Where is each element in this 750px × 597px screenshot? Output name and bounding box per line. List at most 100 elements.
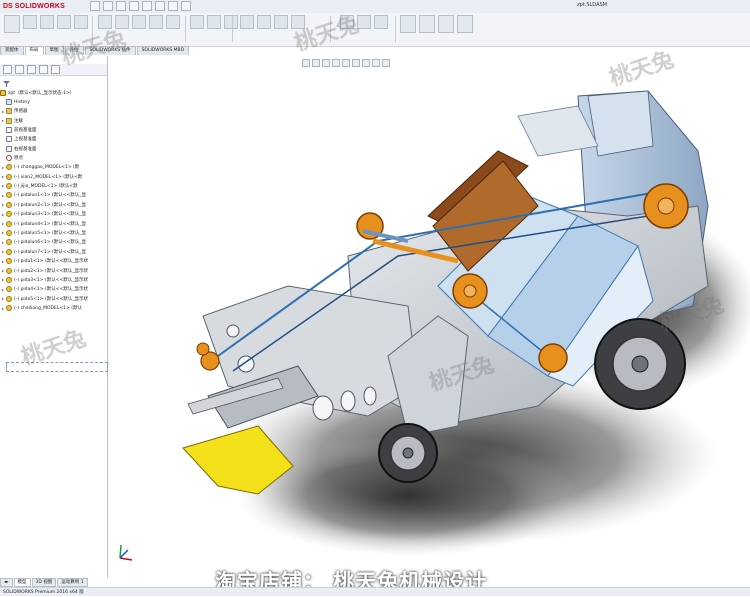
tree-item[interactable]: 前视基准面 (0, 126, 37, 134)
property-manager-icon[interactable] (15, 65, 24, 74)
tree-item[interactable]: ▸ (-) pida4<1> (默认<<默认_显示状 (0, 285, 88, 293)
tree-item-label: (-) chailiang_MODEL<1> (默认 (14, 306, 82, 312)
tree-item[interactable]: ▸ (-) pida2<1> (默认<<默认_显示状 (0, 267, 88, 275)
tree-item[interactable]: 原点 (0, 154, 23, 162)
plane-icon (6, 136, 12, 143)
tree-item-label: History (14, 99, 31, 105)
tree-item[interactable]: ▸ (-) pidalun4<1> (默认<<默认_显 (0, 220, 86, 228)
mirror-entities-icon[interactable] (149, 15, 163, 29)
arc-tool-icon[interactable] (74, 15, 88, 29)
title-bar: DS SOLIDWORKS zpt.SLDASM (0, 0, 750, 14)
heads-up-view-toolbar (302, 59, 390, 67)
tab-motion-study[interactable]: 运动算例 1 (57, 578, 88, 587)
add-relation-icon[interactable] (190, 15, 204, 29)
circle-tool-icon[interactable] (57, 15, 71, 29)
tree-item[interactable]: 右视基准面 (0, 145, 37, 153)
tree-item[interactable]: ▸ (-) pidalun6<1> (默认<<默认_显 (0, 238, 86, 246)
tree-item-label: 右视基准面 (14, 146, 37, 152)
tree-item-label: 注解 (14, 118, 23, 124)
tree-item[interactable]: ▸ (-) pidalun2<1> (默认<<默认_显 (0, 201, 86, 209)
display-style-icon[interactable] (352, 59, 360, 67)
tree-item[interactable]: ▸ (-) chailiang_MODEL<1> (默认 (0, 304, 82, 312)
mate-icon[interactable] (419, 15, 435, 33)
tree-item[interactable]: History (0, 98, 30, 106)
tree-item-label: (-) pidalun6<1> (默认<<默认_显 (14, 240, 86, 246)
part-icon (6, 276, 12, 283)
part-icon (6, 267, 12, 274)
belt-chain-icon[interactable] (457, 15, 473, 33)
tree-item[interactable]: 上视基准面 (0, 135, 37, 143)
tree-item[interactable]: ▸ (-) pidalun3<1> (默认<<默认_显 (0, 210, 86, 218)
tree-item-label: (-) pida1<1> (默认<<默认_显示状 (14, 259, 89, 265)
options-gear-icon[interactable] (181, 1, 191, 11)
history-icon (6, 99, 12, 105)
hide-show-items-icon[interactable] (362, 59, 370, 67)
edit-appearance-icon[interactable] (372, 59, 380, 67)
save-icon[interactable] (116, 1, 126, 11)
apply-scene-icon[interactable] (382, 59, 390, 67)
tree-item[interactable]: ▸ (-) pida1<1> (默认<<默认_显示状 (0, 257, 88, 265)
dimxpert-icon[interactable] (39, 65, 48, 74)
line-tool-icon[interactable] (40, 15, 54, 29)
feature-manager-icon[interactable] (3, 65, 12, 74)
previous-view-icon[interactable] (322, 59, 330, 67)
tree-item-label: (-) pidalun4<1> (默认<<默认_显 (14, 221, 86, 227)
command-tabs: 装配体 布局 草图 评估 SOLIDWORKS 插件 SOLIDWORKS MB… (0, 46, 300, 55)
tree-item[interactable]: ▸ (-) pidalun7<1> (默认<<默认_显 (0, 248, 86, 256)
model-canvas[interactable] (108, 56, 750, 578)
tree-item[interactable]: ▸ 注解 (0, 117, 23, 125)
tree-root-assembly[interactable]: zpt（默认<默认_显示状态-1>） (0, 89, 74, 97)
make-part-icon[interactable] (400, 15, 416, 33)
new-file-icon[interactable] (90, 1, 100, 11)
tree-item-label: (-) changgao_MODEL<1> (默 (14, 165, 80, 171)
linear-pattern-icon[interactable] (166, 15, 180, 29)
section-view-icon[interactable] (332, 59, 340, 67)
undo-icon[interactable] (142, 1, 152, 11)
sketch-tool-icon[interactable] (4, 15, 20, 33)
tree-item[interactable]: ▸ (-) pidalun1<1> (默认<<默认_显 (0, 191, 86, 199)
zoom-to-fit-icon[interactable] (302, 59, 310, 67)
tree-item[interactable]: ▸ (-) pidalun5<1> (默认<<默认_显 (0, 229, 86, 237)
tree-item[interactable]: ▸ (-) jijia_MODEL<1> (默认<默 (0, 182, 78, 190)
configuration-manager-icon[interactable] (27, 65, 36, 74)
insert-block-icon[interactable] (274, 15, 288, 29)
part-icon (6, 286, 12, 293)
filter-icon[interactable] (3, 81, 10, 87)
tab-layout[interactable]: 布局 (24, 46, 44, 55)
tab-3d-views[interactable]: 3D 视图 (31, 578, 57, 587)
print-icon[interactable] (129, 1, 139, 11)
solidworks-logo[interactable]: DS SOLIDWORKS (3, 1, 65, 12)
tab-mbd[interactable]: SOLIDWORKS MBD (136, 46, 190, 55)
smart-dimension-icon[interactable] (23, 15, 37, 29)
tab-nav-arrows[interactable]: ◂▸ (0, 578, 13, 587)
zoom-area-icon[interactable] (312, 59, 320, 67)
tree-item[interactable]: ▸ (-) pida3<1> (默认<<默认_显示状 (0, 276, 88, 284)
tab-assembly[interactable]: 装配体 (0, 46, 24, 55)
insert-component-icon[interactable] (438, 15, 454, 33)
display-relations-icon[interactable] (207, 15, 221, 29)
display-manager-icon[interactable] (51, 65, 60, 74)
graphics-area[interactable]: 桃天兔 桃天兔 桃天兔 桃天兔 (108, 12, 750, 578)
edit-block-icon[interactable] (257, 15, 271, 29)
tab-model[interactable]: 模型 (13, 578, 31, 587)
tree-item-label: (-) pidalun1<1> (默认<<默认_显 (14, 193, 86, 199)
select-icon[interactable] (155, 1, 165, 11)
view-orientation-icon[interactable] (342, 59, 350, 67)
repair-sketch-icon[interactable] (224, 15, 238, 29)
tree-item[interactable]: ▸ (-) xian2_MODEL<1> (默认<默 (0, 173, 82, 181)
tree-item-label: (-) xian2_MODEL<1> (默认<默 (14, 174, 83, 180)
make-block-icon[interactable] (240, 15, 254, 29)
tree-item[interactable]: ▸ (-) changgao_MODEL<1> (默 (0, 163, 79, 171)
tree-item[interactable]: ▸ 传感器 (0, 107, 28, 115)
save-block-icon[interactable] (374, 15, 388, 29)
tree-item-label: 前视基准面 (14, 127, 37, 133)
part-icon (6, 305, 12, 312)
rebuild-icon[interactable] (168, 1, 178, 11)
open-file-icon[interactable] (103, 1, 113, 11)
tree-panel-toolbar (0, 64, 107, 76)
plane-icon (6, 126, 12, 133)
tree-item[interactable]: ▸ (-) pida5<1> (默认<<默认_显示状 (0, 295, 88, 303)
offset-entities-icon[interactable] (132, 15, 146, 29)
toolbar-divider (395, 16, 396, 42)
front-wheel[interactable] (378, 423, 438, 483)
